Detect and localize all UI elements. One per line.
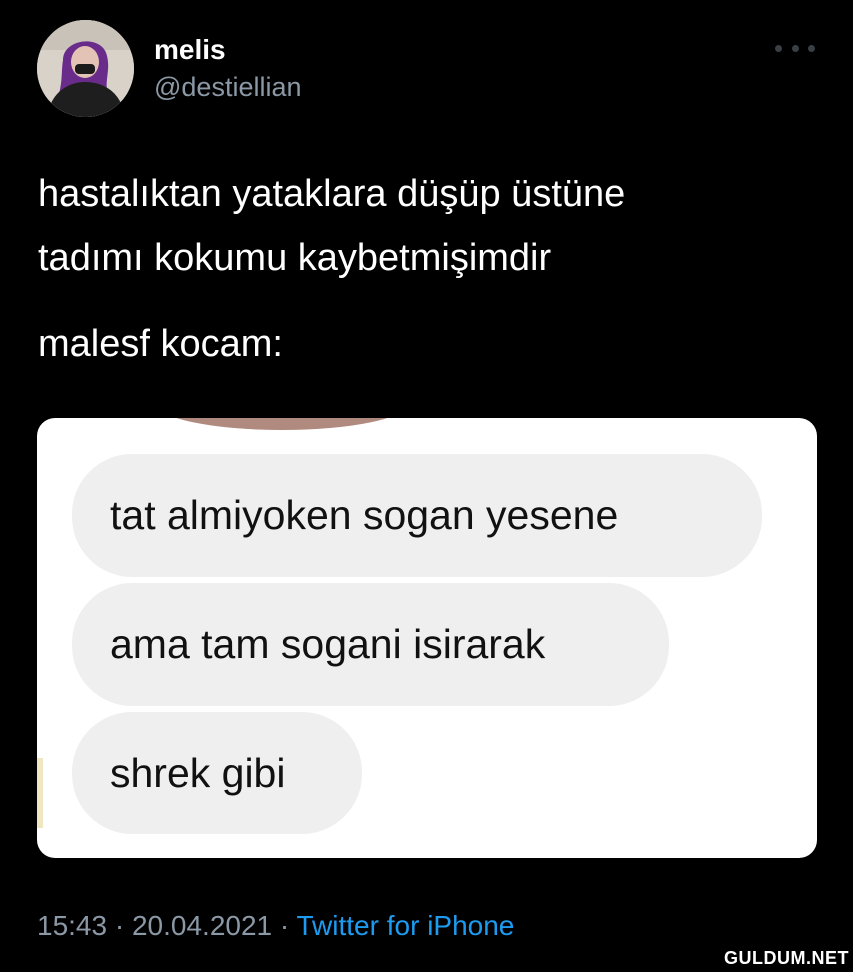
tweet-date[interactable]: 20.04.2021 [132,910,272,941]
tweet-text-line: hastalıktan yataklara düşüp üstüne [38,173,626,215]
tweet-source-link[interactable]: Twitter for iPhone [297,910,515,941]
avatar-image [37,20,134,117]
tweet-time[interactable]: 15:43 [37,910,107,941]
tweet: melis @destiellian hastalıktan yataklara… [0,0,853,972]
photo-edge [157,418,407,430]
tweet-meta: 15:43 · 20.04.2021 · Twitter for iPhone [37,910,514,942]
message-bubble: ama tam sogani isirarak [72,583,669,706]
avatar[interactable] [37,20,134,117]
tweet-media-image[interactable]: tat almiyoken sogan yesene ama tam sogan… [37,418,817,858]
message-bubble: tat almiyoken sogan yesene [72,454,762,577]
more-dot [775,44,782,52]
tweet-text-line: malesf kocam: [38,323,283,365]
image-edge-mark [37,758,43,828]
watermark: GULDUM.NET [724,948,849,968]
more-horizontal-icon[interactable] [775,36,815,60]
more-dot [791,44,799,52]
message-bubble: shrek gibi [72,712,362,834]
more-dot [808,44,815,52]
handle[interactable]: @destiellian [154,72,302,103]
meta-separator: · [114,910,125,941]
meta-separator: · [279,910,290,941]
tweet-text-line: tadımı kokumu kaybetmişimdir [38,237,552,279]
display-name[interactable]: melis [154,34,226,66]
